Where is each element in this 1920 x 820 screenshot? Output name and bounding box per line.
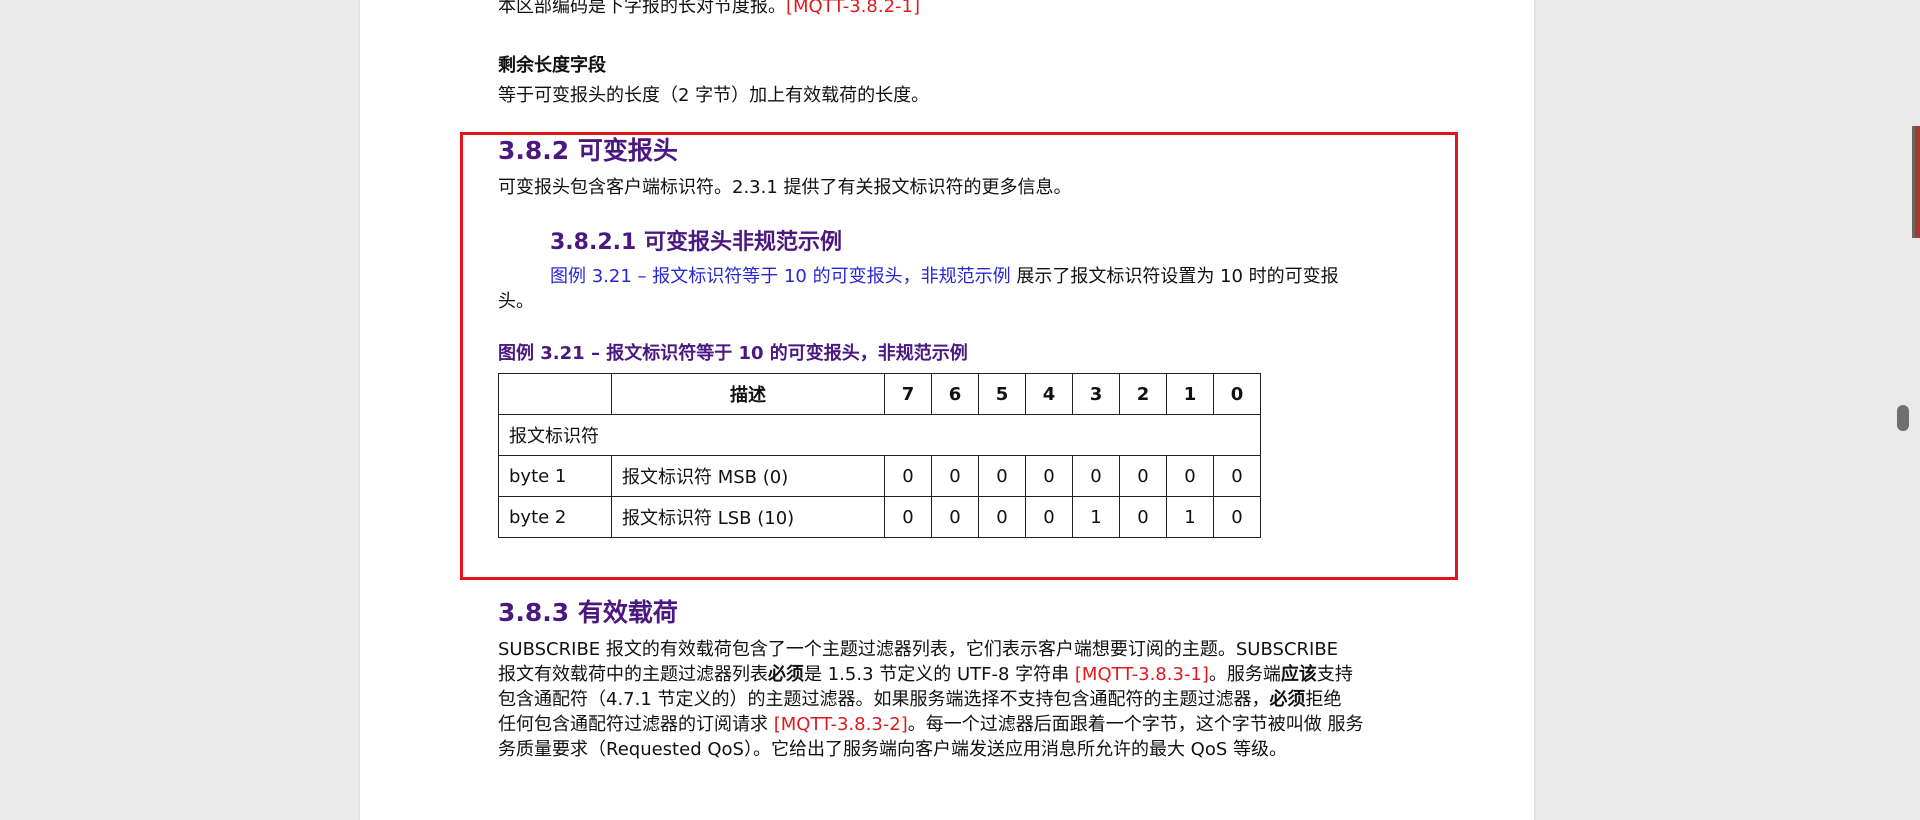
body-text: SUBSCRIBE 报文的有效载荷包含了一个主题过滤器列表，它们表示客户端想要订… [498,639,1339,660]
table-header-bit: 7 [884,373,932,415]
spec-reference[interactable]: [MQTT-3.8.3-2] [774,714,908,735]
remaining-length-text: 等于可变报头的长度（2 字节）加上有效载荷的长度。 [498,85,930,106]
body-text: 任何包含通配符过滤器的订阅请求 [498,714,774,735]
table-cell-bit: 0 [1119,455,1167,497]
table-cell-bit: 0 [1119,496,1167,538]
table-cell-bit: 0 [1072,455,1120,497]
table-header-empty [498,373,612,415]
section-383-paragraph: SUBSCRIBE 报文的有效载荷包含了一个主题过滤器列表，它们表示客户端想要订… [498,637,1398,762]
table-cell-byte: byte 1 [498,455,612,497]
body-text: 拒绝 [1305,689,1342,710]
table-row: byte 1 报文标识符 MSB (0) 0 0 0 0 0 0 0 0 [498,455,1261,497]
body-text: 是 1.5.3 节定义的 UTF-8 字符串 [804,664,1075,685]
table-header-bit: 4 [1025,373,1073,415]
table-header-bit: 0 [1213,373,1261,415]
section-383-line: 务质量要求（Requested QoS）。它给出了服务端向客户端发送应用消息所允… [498,737,1398,762]
previous-paragraph-text: 本区部编码是下字报的长对节度报。 [498,0,786,17]
table-cell-bit: 0 [931,455,979,497]
table-cell-bit: 0 [978,455,1026,497]
section-383-line: SUBSCRIBE 报文的有效载荷包含了一个主题过滤器列表，它们表示客户端想要订… [498,637,1398,662]
vertical-scrollbar-thumb[interactable] [1897,405,1909,431]
section-383-line: 任何包含通配符过滤器的订阅请求 [MQTT-3.8.3-2]。每一个过滤器后面跟… [498,712,1398,737]
table-cell-bit: 0 [1213,455,1261,497]
body-text: 。每一个过滤器后面跟着一个字节，这个字节被叫做 服务 [907,714,1364,735]
body-text: 务质量要求（Requested QoS）。它给出了服务端向客户端发送应用消息所允… [498,739,1287,760]
emphasis-text: 应该 [1280,664,1317,685]
side-thumbnail-image[interactable] [1915,126,1920,238]
variable-header-table: 描述 7 6 5 4 3 2 1 0 报文标识符 byte 1 报文标识符 MS… [498,373,1261,538]
table-header-bit: 2 [1119,373,1167,415]
table-cell-bit: 1 [1072,496,1120,538]
section-383-heading: 3.8.3 有效载荷 [498,598,678,627]
section-383-line: 报文有效载荷中的主题过滤器列表必须是 1.5.3 节定义的 UTF-8 字符串 … [498,662,1398,687]
previous-paragraph-ref[interactable]: [MQTT-3.8.2-1] [786,0,920,17]
table-cell-bit: 0 [931,496,979,538]
table-cell-bit: 0 [884,455,932,497]
table-group-label: 报文标识符 [498,414,1261,456]
table-cell-bit: 0 [1025,455,1073,497]
table-cell-byte: byte 2 [498,496,612,538]
body-text: 。服务端 [1208,664,1281,685]
body-text: 报文有效载荷中的主题过滤器列表 [498,664,768,685]
spec-reference[interactable]: [MQTT-3.8.3-1] [1075,664,1209,685]
remaining-length-heading: 剩余长度字段 [498,55,606,76]
table-cell-bit: 0 [1025,496,1073,538]
body-text: 支持 [1316,664,1353,685]
table-header-bit: 3 [1072,373,1120,415]
table-group-row: 报文标识符 [498,414,1261,456]
body-text: 包含通配符（4.7.1 节定义的）的主题过滤器。如果服务端选择不支持包含通配符的… [498,689,1270,710]
table-cell-desc: 报文标识符 LSB (10) [611,496,885,538]
table-cell-bit: 0 [1213,496,1261,538]
table-header-bit: 1 [1166,373,1214,415]
table-cell-bit: 0 [978,496,1026,538]
table-header-row: 描述 7 6 5 4 3 2 1 0 [498,373,1261,415]
table-header-bit: 6 [931,373,979,415]
table-header-bit: 5 [978,373,1026,415]
table-cell-bit: 0 [884,496,932,538]
table-header-desc: 描述 [611,373,885,415]
table-row: byte 2 报文标识符 LSB (10) 0 0 0 0 1 0 1 0 [498,496,1261,538]
emphasis-text: 必须 [1269,689,1306,710]
table-cell-bit: 1 [1166,496,1214,538]
emphasis-text: 必须 [768,664,804,685]
section-383-line: 包含通配符（4.7.1 节定义的）的主题过滤器。如果服务端选择不支持包含通配符的… [498,687,1398,712]
previous-paragraph-cut: 本区部编码是下字报的长对节度报。[MQTT-3.8.2-1] [498,0,920,18]
table-cell-bit: 0 [1166,455,1214,497]
table-cell-desc: 报文标识符 MSB (0) [611,455,885,497]
